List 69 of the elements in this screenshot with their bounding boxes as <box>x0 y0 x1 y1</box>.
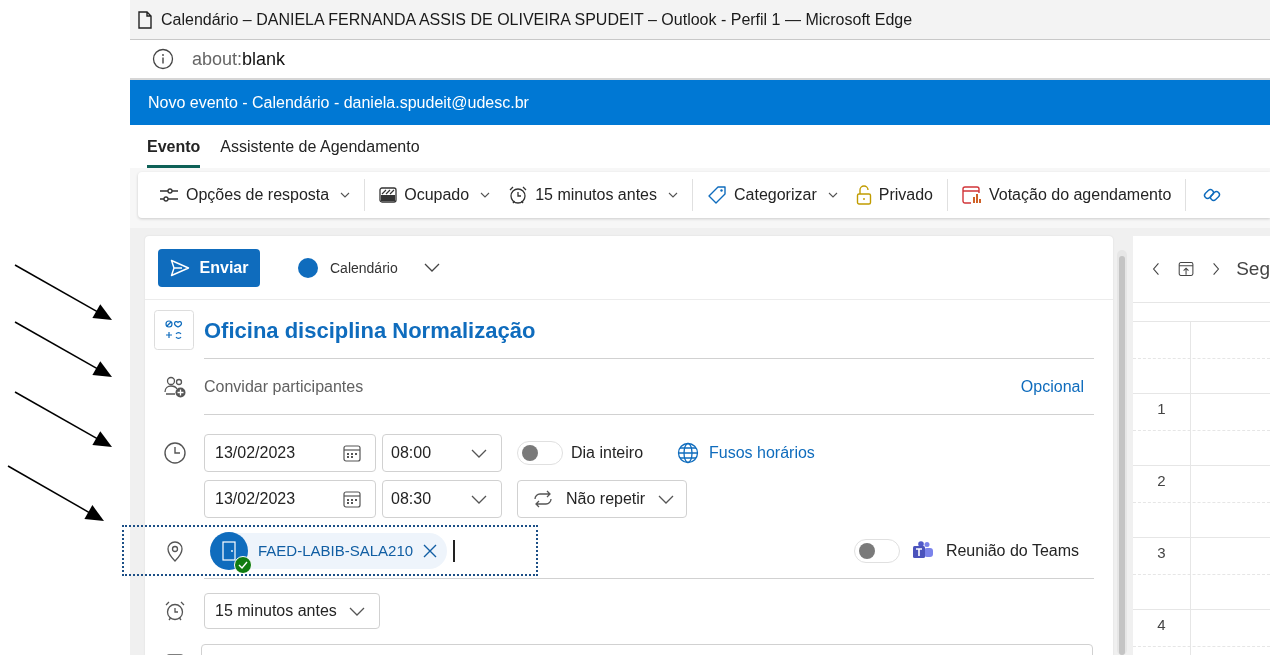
location-field[interactable]: FAED-LABIB-SALA210 <box>122 525 538 576</box>
text-cursor <box>453 539 455 562</box>
emoji-icon[interactable] <box>153 310 194 350</box>
info-icon[interactable] <box>152 48 174 70</box>
reminder-dropdown[interactable]: 15 minutos antes <box>204 593 380 629</box>
hour-label: 2 <box>1157 472 1166 490</box>
tag-icon <box>707 185 727 205</box>
padlock-icon <box>855 185 872 205</box>
previous-icon[interactable] <box>1152 261 1161 277</box>
teams-toggle[interactable] <box>853 538 900 563</box>
start-date-field[interactable]: 13/02/2023 <box>204 434 376 472</box>
toolbar-button[interactable]: Privado <box>851 179 937 211</box>
teams-icon <box>911 540 934 561</box>
repeat-dropdown[interactable]: Não repetir <box>517 480 687 518</box>
end-date-field[interactable]: 13/02/2023 <box>204 480 376 518</box>
remove-icon[interactable] <box>423 543 438 558</box>
toolbar-button[interactable]: Categorizar <box>703 179 842 211</box>
calendar-picker[interactable]: Calendário <box>292 256 446 279</box>
chevron-down-icon <box>423 263 440 272</box>
url-scheme[interactable]: about: <box>192 48 243 69</box>
time-zones-link[interactable]: Fusos horários <box>709 444 815 462</box>
scrollbar[interactable] <box>1117 250 1127 655</box>
repeat-icon <box>532 490 554 508</box>
all-day-toggle[interactable] <box>517 441 563 465</box>
today-icon[interactable] <box>1178 259 1195 279</box>
toolbar-button[interactable]: Opções de resposta <box>155 179 355 211</box>
door-icon <box>222 540 236 561</box>
chevron-down-icon <box>349 606 365 616</box>
sliders-icon <box>159 186 179 204</box>
toolbar-button[interactable]: 15 minutos antes <box>504 179 682 211</box>
all-day-label: Dia inteiro <box>571 444 644 462</box>
start-time-dropdown[interactable]: 08:00 <box>382 434 502 472</box>
optional-link[interactable]: Opcional <box>1020 377 1084 396</box>
event-title-field[interactable]: Oficina disciplina Normalização <box>204 310 536 344</box>
chevron-down-icon <box>471 448 487 458</box>
chevron-down-icon <box>827 192 838 198</box>
end-time-dropdown[interactable]: 08:30 <box>382 480 502 518</box>
chevron-down-icon <box>658 494 674 504</box>
window-title: Calendário – DANIELA FERNANDA ASSIS DE OLIVEIRA SPUDEIT – Outlook - Perfil 1 — Microsoft Edge <box>161 10 913 29</box>
toolbar-button[interactable]: Votação do agendamento <box>957 179 1176 211</box>
hour-label: 3 <box>1157 544 1166 562</box>
hour-label: 4 <box>1157 616 1166 634</box>
toolbar-button[interactable]: Ocupado <box>375 179 495 211</box>
poll-icon <box>961 185 982 205</box>
globe-icon[interactable] <box>677 442 700 464</box>
busy-icon <box>379 187 398 203</box>
app-title: Novo evento - Calendário - daniela.spudeit@udesc.br <box>148 93 529 112</box>
add-people-icon <box>163 376 186 398</box>
alarm-clock-icon <box>508 185 529 205</box>
day-label: Seg <box>1236 258 1270 280</box>
invite-attendees-field[interactable]: Convidar participantes <box>204 377 364 396</box>
url-path[interactable]: blank <box>242 48 286 69</box>
hour-label: 1 <box>1157 400 1166 418</box>
check-icon <box>238 560 248 569</box>
calendar-icon[interactable] <box>343 444 361 462</box>
clock-icon <box>162 441 187 465</box>
chevron-down-icon <box>340 192 351 198</box>
chevron-down-icon <box>480 192 491 198</box>
send-button[interactable]: Enviar <box>158 248 260 287</box>
next-icon[interactable] <box>1212 261 1221 277</box>
tab[interactable]: Assistente de Agendamento <box>220 125 420 168</box>
page-icon <box>138 10 152 29</box>
location-pin-icon <box>165 539 184 562</box>
calendar-icon[interactable] <box>343 490 361 508</box>
chevron-down-icon <box>668 192 678 198</box>
teams-meeting-label: Reunião do Teams <box>945 541 1079 560</box>
alarm-clock-icon <box>163 600 186 622</box>
send-icon <box>169 258 190 277</box>
chevron-down-icon <box>471 494 487 504</box>
